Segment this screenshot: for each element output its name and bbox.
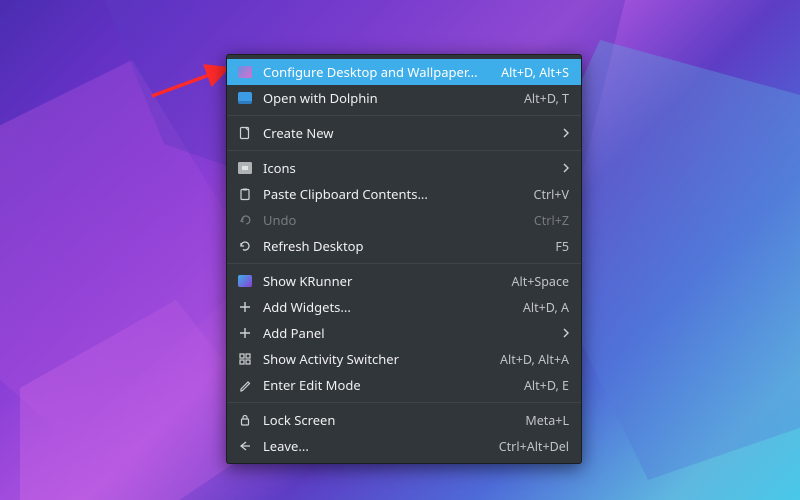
menu-item-configure-desktop[interactable]: Configure Desktop and Wallpaper... Alt+D… [227, 59, 581, 85]
icons-grid-icon [237, 160, 253, 176]
menu-separator [227, 402, 581, 403]
folder-icon [237, 90, 253, 106]
menu-item-label: Add Widgets... [263, 298, 513, 316]
menu-item-label: Lock Screen [263, 411, 515, 429]
menu-item-label: Undo [263, 211, 524, 229]
desktop-context-menu[interactable]: Configure Desktop and Wallpaper... Alt+D… [226, 54, 582, 464]
menu-item-krunner[interactable]: Show KRunner Alt+Space [227, 268, 581, 294]
menu-item-refresh[interactable]: Refresh Desktop F5 [227, 233, 581, 259]
menu-item-shortcut: Alt+D, T [524, 90, 569, 107]
menu-item-label: Configure Desktop and Wallpaper... [263, 63, 491, 81]
chevron-right-icon [559, 128, 569, 138]
menu-item-shortcut: Alt+Space [512, 273, 570, 290]
menu-item-label: Icons [263, 159, 549, 177]
menu-item-activity-switcher[interactable]: Show Activity Switcher Alt+D, Alt+A [227, 346, 581, 372]
plus-icon [237, 299, 253, 315]
menu-item-shortcut: Ctrl+Z [534, 212, 569, 229]
menu-item-shortcut: Meta+L [525, 412, 569, 429]
menu-item-label: Show KRunner [263, 272, 502, 290]
document-new-icon [237, 125, 253, 141]
menu-item-shortcut: F5 [555, 238, 569, 255]
undo-icon [237, 212, 253, 228]
desktop-config-icon [237, 64, 253, 80]
menu-item-lock-screen[interactable]: Lock Screen Meta+L [227, 407, 581, 433]
lock-icon [237, 412, 253, 428]
menu-item-shortcut: Alt+D, E [524, 377, 569, 394]
leave-icon [237, 438, 253, 454]
chevron-right-icon [559, 163, 569, 173]
menu-item-label: Refresh Desktop [263, 237, 545, 255]
menu-item-leave[interactable]: Leave... Ctrl+Alt+Del [227, 433, 581, 459]
edit-icon [237, 377, 253, 393]
plus-icon [237, 325, 253, 341]
menu-item-add-widgets[interactable]: Add Widgets... Alt+D, A [227, 294, 581, 320]
menu-separator [227, 150, 581, 151]
menu-item-label: Enter Edit Mode [263, 376, 514, 394]
menu-item-label: Create New [263, 124, 549, 142]
paste-icon [237, 186, 253, 202]
menu-item-shortcut: Ctrl+Alt+Del [499, 438, 569, 455]
menu-item-icons[interactable]: Icons [227, 155, 581, 181]
menu-item-paste[interactable]: Paste Clipboard Contents... Ctrl+V [227, 181, 581, 207]
menu-separator [227, 115, 581, 116]
menu-item-create-new[interactable]: Create New [227, 120, 581, 146]
menu-item-shortcut: Alt+D, Alt+S [501, 64, 569, 81]
menu-item-undo: Undo Ctrl+Z [227, 207, 581, 233]
menu-item-label: Paste Clipboard Contents... [263, 185, 524, 203]
activities-icon [237, 351, 253, 367]
menu-separator [227, 263, 581, 264]
menu-item-label: Leave... [263, 437, 489, 455]
menu-item-open-dolphin[interactable]: Open with Dolphin Alt+D, T [227, 85, 581, 111]
menu-item-shortcut: Ctrl+V [534, 186, 569, 203]
menu-item-shortcut: Alt+D, A [523, 299, 569, 316]
menu-item-label: Show Activity Switcher [263, 350, 490, 368]
krunner-icon [237, 273, 253, 289]
menu-item-label: Open with Dolphin [263, 89, 514, 107]
menu-item-shortcut: Alt+D, Alt+A [500, 351, 569, 368]
chevron-right-icon [559, 328, 569, 338]
menu-item-label: Add Panel [263, 324, 549, 342]
menu-item-edit-mode[interactable]: Enter Edit Mode Alt+D, E [227, 372, 581, 398]
refresh-icon [237, 238, 253, 254]
menu-item-add-panel[interactable]: Add Panel [227, 320, 581, 346]
